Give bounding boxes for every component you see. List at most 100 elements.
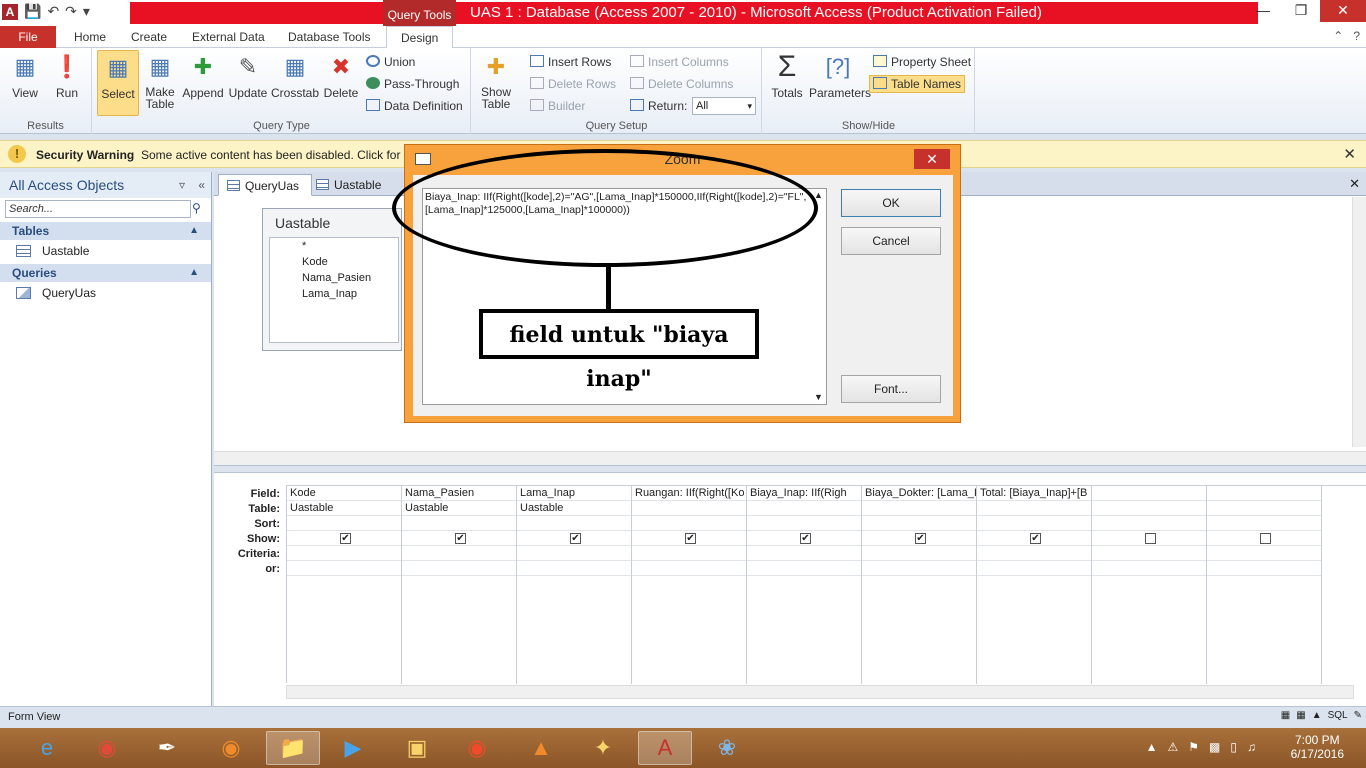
minimize-button[interactable]: —	[1244, 0, 1282, 22]
show-checkbox[interactable]	[1145, 532, 1156, 544]
show-checkbox[interactable]: ✔	[340, 532, 351, 544]
quill-icon[interactable]: ✒	[140, 731, 194, 765]
field-list-item[interactable]: Lama_Inap	[270, 286, 398, 302]
grid-cell-criteria[interactable]	[402, 546, 516, 561]
grid-cell-or[interactable]	[632, 561, 746, 576]
data-definition-button[interactable]: Data Definition	[366, 99, 463, 113]
show-checkbox[interactable]: ✔	[685, 532, 696, 544]
grid-cell-table[interactable]	[1092, 501, 1206, 516]
grid-cell-table[interactable]: Uastable	[517, 501, 631, 516]
close-window-button[interactable]: ✕	[1320, 0, 1366, 22]
volume-icon[interactable]: ♫	[1247, 740, 1256, 754]
update-button[interactable]: ✎ Update	[227, 52, 269, 100]
textbox-scrollbar[interactable]: ▲ ▼	[812, 189, 826, 404]
grid-cell-field[interactable]: Ruangan: IIf(Right([Ko	[632, 486, 746, 501]
file-explorer-icon[interactable]: 📁	[266, 731, 320, 765]
field-list-uastable[interactable]: Uastable * Kode Nama_Pasien Lama_Inap	[262, 208, 402, 351]
grid-cell-field[interactable]: Biaya_Dokter: [Lama_I	[862, 486, 976, 501]
delete-query-button[interactable]: ✖ Delete	[321, 52, 361, 100]
grid-cell-criteria[interactable]	[1207, 546, 1321, 561]
network-icon[interactable]: ▩	[1209, 740, 1220, 754]
field-list-item[interactable]: Kode	[270, 254, 398, 270]
union-button[interactable]: Union	[366, 55, 415, 69]
battery-icon[interactable]: ▯	[1230, 740, 1237, 754]
show-table-button[interactable]: ✚ Show Table	[478, 52, 514, 110]
grid-cell-table[interactable]	[977, 501, 1091, 516]
grid-cell-field[interactable]	[1207, 486, 1321, 501]
redo-icon[interactable]: ↷	[65, 3, 77, 20]
nav-item-queryuas[interactable]: QueryUas	[0, 282, 211, 304]
doc-tab-queryuas[interactable]: QueryUas	[218, 174, 313, 196]
save-icon[interactable]: 💾	[24, 3, 41, 20]
sql-view-button[interactable]: SQL	[1328, 710, 1348, 721]
media-player-icon[interactable]: ▶	[326, 731, 380, 765]
return-select[interactable]: All ▾	[692, 97, 756, 115]
doc-tab-uastable[interactable]: Uastable	[308, 174, 393, 196]
grid-cell-sort[interactable]	[402, 516, 516, 531]
grid-cell-criteria[interactable]	[287, 546, 401, 561]
font-button[interactable]: Font...	[841, 375, 941, 403]
access-app-icon[interactable]: A	[2, 4, 18, 20]
grid-cell-sort[interactable]	[977, 516, 1091, 531]
flag-icon[interactable]: ⚑	[1188, 740, 1199, 754]
grid-cell-field[interactable]: Lama_Inap	[517, 486, 631, 501]
chrome-icon[interactable]: ◉	[80, 731, 134, 765]
nav-search-input[interactable]: Search...	[5, 200, 191, 218]
maps-icon[interactable]: ▣	[390, 731, 444, 765]
pivot-table-icon[interactable]: ▦	[1296, 710, 1305, 721]
close-icon[interactable]: ✕	[1343, 145, 1356, 163]
totals-button[interactable]: Σ Totals	[769, 50, 805, 100]
show-hidden-icons[interactable]: ▲	[1146, 740, 1158, 754]
grid-cell-table[interactable]	[747, 501, 861, 516]
insert-columns-button[interactable]: Insert Columns	[630, 55, 729, 69]
make-table-button[interactable]: ▦ Make Table	[143, 52, 177, 110]
grid-cell-criteria[interactable]	[517, 546, 631, 561]
undo-icon[interactable]: ↶	[47, 3, 59, 20]
nav-group-tables[interactable]: Tables ▲	[0, 222, 211, 240]
horizontal-scrollbar-grid[interactable]	[286, 685, 1354, 699]
append-button[interactable]: ✚ Append	[181, 52, 225, 100]
grid-cell-sort[interactable]	[747, 516, 861, 531]
crosstab-button[interactable]: ▦ Crosstab	[271, 52, 319, 100]
vlc-icon[interactable]: ▲	[514, 731, 568, 765]
show-checkbox[interactable]: ✔	[570, 532, 581, 544]
customize-qat-icon[interactable]: ▾	[83, 3, 90, 20]
pass-through-button[interactable]: Pass-Through	[366, 77, 459, 91]
select-button[interactable]: ▦ Select	[97, 50, 139, 116]
nav-item-uastable[interactable]: Uastable	[0, 240, 211, 262]
close-dialog-button[interactable]: ✕	[914, 149, 950, 169]
grid-cell-field[interactable]: Total: [Biaya_Inap]+[B	[977, 486, 1091, 501]
show-checkbox[interactable]: ✔	[800, 532, 811, 544]
grid-cell-field[interactable]: Biaya_Inap: IIf(Righ	[747, 486, 861, 501]
delete-rows-button[interactable]: Delete Rows	[530, 77, 616, 91]
restore-button[interactable]: ❐	[1282, 0, 1320, 22]
grid-cell-sort[interactable]	[287, 516, 401, 531]
firefox-icon[interactable]: ◉	[204, 731, 258, 765]
delete-columns-button[interactable]: Delete Columns	[630, 77, 733, 91]
browser-icon[interactable]: ◉	[450, 731, 504, 765]
view-button[interactable]: ▦ View	[6, 52, 44, 100]
grid-cell-sort[interactable]	[1207, 516, 1321, 531]
grid-cell-or[interactable]	[977, 561, 1091, 576]
grid-cell-or[interactable]	[517, 561, 631, 576]
datasheet-view-icon[interactable]: ▦	[1281, 710, 1290, 721]
grid-cell-criteria[interactable]	[747, 546, 861, 561]
grid-cell-table[interactable]	[1207, 501, 1321, 516]
grid-cell-criteria[interactable]	[977, 546, 1091, 561]
paint-icon[interactable]: ❀	[700, 731, 754, 765]
grid-cell-table[interactable]	[632, 501, 746, 516]
grid-cell-criteria[interactable]	[632, 546, 746, 561]
internet-explorer-icon[interactable]: e	[20, 731, 74, 765]
warning-tray-icon[interactable]: ⚠	[1168, 740, 1179, 754]
design-view-icon[interactable]: ✎	[1354, 710, 1362, 721]
grid-cell-or[interactable]	[862, 561, 976, 576]
vertical-scrollbar[interactable]	[1352, 197, 1366, 447]
grid-cell-field[interactable]: Nama_Pasien	[402, 486, 516, 501]
grid-cell-sort[interactable]	[632, 516, 746, 531]
scroll-down-icon[interactable]: ▼	[814, 391, 823, 404]
grid-cell-table[interactable]: Uastable	[402, 501, 516, 516]
grid-cell-field[interactable]	[1092, 486, 1206, 501]
access-taskbar-icon[interactable]: A	[638, 731, 692, 765]
tab-home[interactable]: Home	[74, 26, 106, 48]
tool-icon[interactable]: ✦	[576, 731, 630, 765]
